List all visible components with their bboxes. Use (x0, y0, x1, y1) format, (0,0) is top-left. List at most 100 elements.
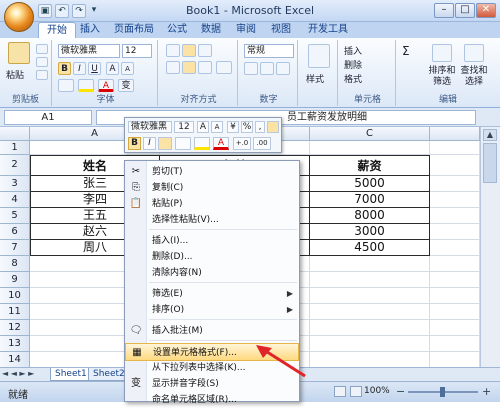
sort-filter-icon[interactable] (432, 44, 452, 62)
tab-page-layout[interactable]: 页面布局 (114, 22, 154, 38)
align-top-icon[interactable] (166, 44, 180, 57)
format-cells-button[interactable]: 格式 (344, 72, 362, 85)
empty-cell[interactable] (430, 224, 480, 240)
mini-border-icon[interactable] (175, 137, 191, 150)
grow-font-button[interactable]: A (106, 62, 119, 75)
shrink-font-button[interactable]: A (121, 62, 134, 75)
mini-grow-font-button[interactable]: A (197, 121, 209, 133)
align-middle-icon[interactable] (182, 44, 196, 57)
tab-home[interactable]: 开始 (38, 22, 76, 38)
merged-title-cell[interactable] (310, 141, 430, 155)
find-select-button[interactable]: 查找和 选择 (458, 66, 490, 88)
row-header[interactable]: 13 (0, 336, 30, 352)
tab-formulas[interactable]: 公式 (167, 22, 187, 38)
row-header[interactable]: 6 (0, 224, 30, 240)
delete-cells-button[interactable]: 删除 (344, 58, 362, 71)
insert-cells-button[interactable]: 插入 (344, 44, 362, 57)
office-button[interactable] (4, 2, 34, 32)
name-box[interactable]: A1 (4, 110, 92, 125)
mini-size-combo[interactable]: 12 (174, 121, 194, 133)
sheet-nav-icon[interactable]: ◄ ◄ ► ► (2, 369, 34, 378)
qat-more-icon[interactable]: ▾ (89, 4, 99, 18)
table-cell[interactable]: 4500 (310, 240, 430, 256)
mini-shrink-font-button[interactable]: A (211, 121, 223, 133)
empty-cell[interactable] (430, 288, 480, 304)
undo-icon[interactable]: ↶ (55, 4, 69, 18)
italic-button[interactable]: I (73, 62, 86, 75)
empty-cell[interactable] (430, 320, 480, 336)
table-cell[interactable]: 7000 (310, 192, 430, 208)
align-bottom-icon[interactable] (198, 44, 212, 57)
row-header[interactable]: 8 (0, 256, 30, 272)
merge-icon[interactable] (216, 61, 232, 74)
row-header[interactable]: 1 (0, 141, 30, 155)
mini-decrease-decimal-button[interactable]: .00 (253, 137, 271, 150)
column-header-d[interactable] (430, 127, 480, 141)
empty-cell[interactable] (310, 272, 430, 288)
mini-format-painter-icon[interactable] (267, 121, 279, 133)
phonetic-button[interactable]: 变 (118, 79, 134, 92)
find-select-icon[interactable] (464, 44, 484, 62)
empty-cell[interactable] (430, 256, 480, 272)
table-cell[interactable]: 薪资 (310, 155, 430, 176)
vertical-scrollbar[interactable]: ▲ (480, 127, 500, 367)
row-header[interactable]: 5 (0, 208, 30, 224)
row-header[interactable]: 3 (0, 176, 30, 192)
select-all-corner[interactable] (0, 127, 30, 141)
zoom-slider-thumb[interactable] (440, 387, 445, 397)
copy-icon[interactable] (36, 57, 48, 67)
normal-view-icon[interactable] (334, 386, 346, 397)
empty-cell[interactable] (430, 155, 480, 176)
row-header[interactable]: 12 (0, 320, 30, 336)
menu-item[interactable]: 命名单元格区域(R)... (125, 391, 299, 409)
table-cell[interactable]: 5000 (310, 176, 430, 192)
mini-font-color-icon[interactable]: A (213, 137, 229, 150)
row-header[interactable]: 9 (0, 272, 30, 288)
tab-insert[interactable]: 插入 (80, 22, 100, 38)
empty-cell[interactable] (430, 304, 480, 320)
mini-font-combo[interactable]: 微软雅黑 (128, 121, 172, 133)
number-format-combo[interactable]: 常规 (244, 44, 294, 58)
align-right-icon[interactable] (198, 61, 212, 74)
empty-cell[interactable] (430, 208, 480, 224)
align-left-icon[interactable] (166, 61, 180, 74)
menu-item[interactable]: 选择性粘贴(V)... (125, 211, 299, 229)
styles-icon[interactable] (308, 44, 330, 68)
scroll-thumb[interactable] (483, 143, 497, 183)
minimize-button[interactable]: – (434, 3, 454, 18)
sheet-tab-1[interactable]: Sheet1 (50, 368, 92, 381)
redo-icon[interactable]: ↷ (72, 4, 86, 18)
row-header[interactable]: 4 (0, 192, 30, 208)
menu-item[interactable]: 清除内容(N) (125, 264, 299, 282)
font-size-combo[interactable]: 12 (122, 44, 152, 58)
scroll-up-icon[interactable]: ▲ (483, 129, 497, 141)
empty-cell[interactable] (430, 336, 480, 352)
paste-button[interactable]: 粘贴 (6, 68, 24, 81)
empty-cell[interactable] (310, 256, 430, 272)
mini-bold-button[interactable]: B (128, 137, 141, 150)
styles-button[interactable]: 样式 (306, 72, 324, 85)
layout-view-icon[interactable] (350, 386, 362, 397)
underline-button[interactable]: U (88, 62, 101, 75)
bold-button[interactable]: B (58, 62, 71, 75)
format-painter-icon[interactable] (36, 70, 48, 80)
mini-currency-button[interactable]: ¥ (227, 121, 239, 133)
row-header[interactable]: 10 (0, 288, 30, 304)
font-name-combo[interactable]: 微软雅黑 (58, 44, 120, 58)
save-icon[interactable]: ▣ (38, 4, 52, 18)
tab-review[interactable]: 审阅 (236, 22, 256, 38)
mini-comma-button[interactable]: , (255, 121, 265, 133)
mini-percent-button[interactable]: % (241, 121, 253, 133)
border-icon[interactable] (58, 79, 74, 92)
empty-cell[interactable] (310, 320, 430, 336)
empty-cell[interactable] (430, 272, 480, 288)
zoom-in-button[interactable]: + (482, 385, 491, 398)
tab-view[interactable]: 视图 (271, 22, 291, 38)
mini-fill-color-icon[interactable] (194, 137, 210, 150)
tab-developer[interactable]: 开发工具 (308, 22, 348, 38)
mini-italic-button[interactable]: I (143, 137, 156, 150)
menu-item[interactable]: 排序(O) ▶ (125, 301, 299, 319)
empty-cell[interactable] (310, 352, 430, 368)
mini-increase-decimal-button[interactable]: +.0 (233, 137, 251, 150)
fill-color-icon[interactable] (78, 79, 94, 92)
